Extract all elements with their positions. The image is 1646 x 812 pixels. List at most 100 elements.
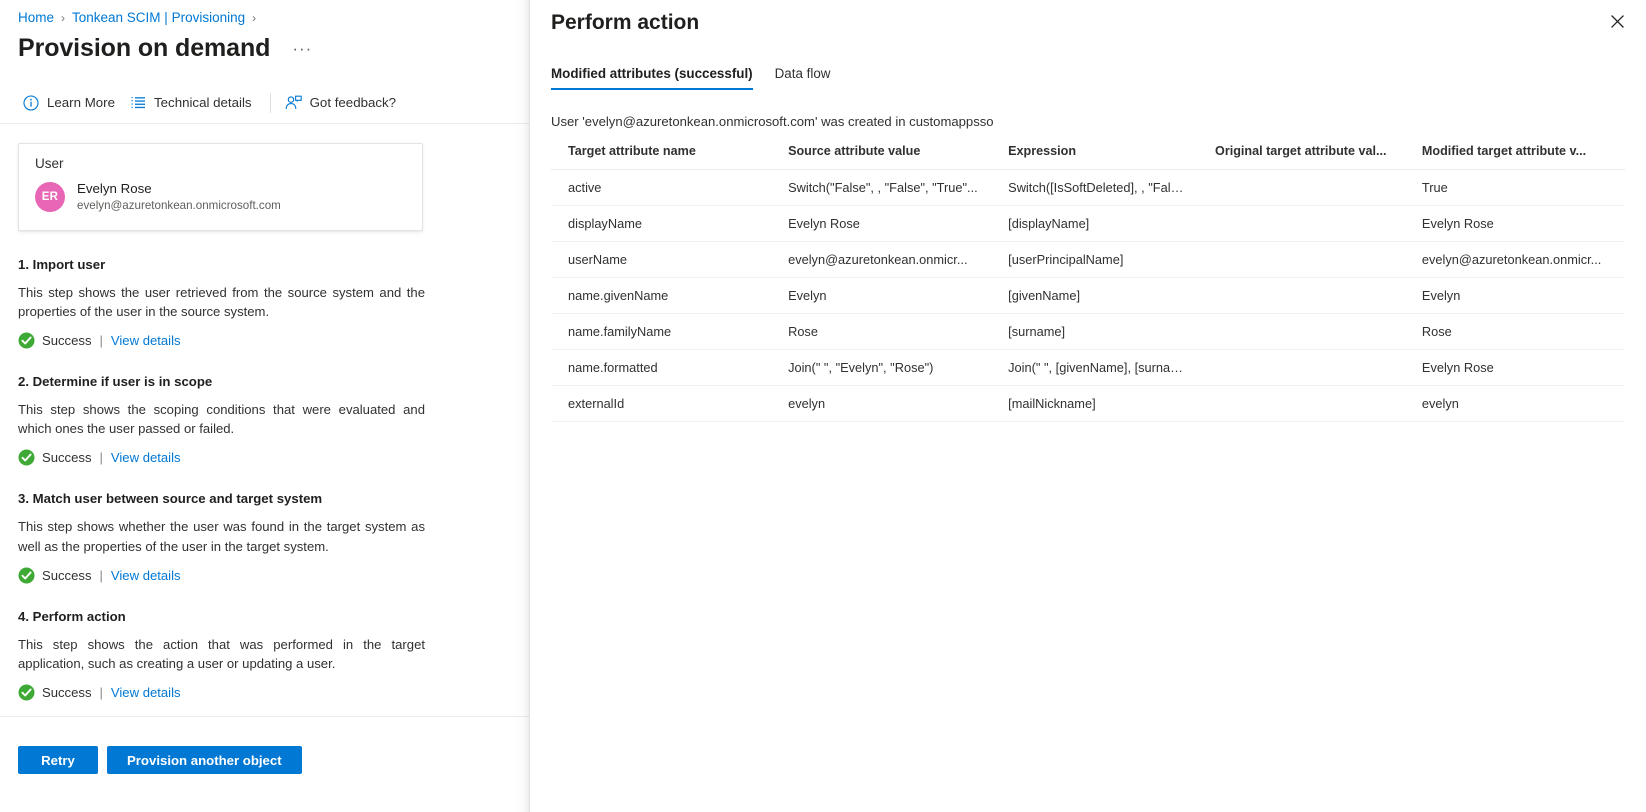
step-status-text: Success (42, 333, 92, 349)
modified-attributes-table: Target attribute name Source attribute v… (551, 144, 1625, 422)
modified-attributes-table-wrapper: Target attribute name Source attribute v… (530, 129, 1646, 422)
more-options-button[interactable]: ··· (286, 40, 318, 58)
cell-source-attribute-value: evelyn@azuretonkean.onmicr... (771, 241, 992, 278)
provision-on-demand-pane: Home › Tonkean SCIM | Provisioning › Pro… (0, 0, 529, 812)
cell-source-attribute-value: evelyn (771, 385, 992, 422)
command-bar-divider (269, 92, 271, 113)
learn-more-label: Learn More (47, 95, 115, 110)
cell-target-attribute-name: externalId (551, 385, 772, 422)
breadcrumb-separator-icon-2: › (252, 10, 257, 25)
cell-original-target-attribute-value (1198, 385, 1405, 422)
table-row[interactable]: name.formatted Join(" ", "Evelyn", "Rose… (551, 349, 1625, 386)
table-row[interactable]: name.familyName Rose [surname] Rose (551, 313, 1625, 350)
step-title: 3. Match user between source and target … (18, 491, 323, 507)
cell-modified-target-attribute-value: Evelyn (1404, 277, 1625, 314)
cell-original-target-attribute-value (1198, 169, 1405, 206)
cell-modified-target-attribute-value: Evelyn Rose (1404, 349, 1625, 386)
provisioning-steps-list: 1. Import user This step shows the user … (0, 257, 529, 701)
cell-source-attribute-value: Evelyn (771, 277, 992, 314)
step-match-user: 3. Match user between source and target … (18, 491, 529, 584)
status-separator: | (99, 684, 103, 700)
got-feedback-button[interactable]: Got feedback? (281, 90, 407, 115)
cell-target-attribute-name: displayName (551, 205, 772, 242)
person-feedback-icon (285, 94, 302, 111)
cell-target-attribute-name: active (551, 169, 772, 206)
user-identity: Evelyn Rose evelyn@azuretonkean.onmicros… (77, 180, 281, 214)
tab-modified-attributes[interactable]: Modified attributes (successful) (551, 66, 764, 90)
tab-data-flow[interactable]: Data flow (764, 66, 842, 90)
blade-header: Perform action (530, 0, 1646, 48)
app-root: Home › Tonkean SCIM | Provisioning › Pro… (0, 0, 1646, 812)
cell-modified-target-attribute-value: True (1404, 169, 1625, 206)
cell-original-target-attribute-value (1198, 241, 1405, 278)
action-footer: Retry Provision another object (0, 716, 529, 812)
view-details-link[interactable]: View details (111, 568, 181, 583)
cell-expression: Join(" ", [givenName], [surnam... (991, 349, 1199, 386)
step-status-text: Success (42, 567, 92, 583)
breadcrumb-item-tonkean-scim-provisioning[interactable]: Tonkean SCIM | Provisioning (72, 10, 245, 25)
table-header: Target attribute name Source attribute v… (551, 144, 1625, 170)
list-details-icon (129, 94, 146, 111)
step-status: Success | View details (18, 684, 529, 701)
cell-modified-target-attribute-value: Evelyn Rose (1404, 205, 1625, 242)
blade-title: Perform action (551, 11, 700, 34)
cell-original-target-attribute-value (1198, 313, 1405, 350)
cell-source-attribute-value: Evelyn Rose (771, 205, 992, 242)
table-row[interactable]: displayName Evelyn Rose [displayName] Ev… (551, 205, 1625, 242)
breadcrumb-separator-icon: › (61, 10, 66, 25)
tab-label: Modified attributes (successful) (551, 66, 753, 81)
step-status-text: Success (42, 450, 92, 466)
cell-expression: [displayName] (991, 205, 1199, 242)
view-details-link[interactable]: View details (111, 450, 181, 465)
success-check-icon (18, 684, 35, 701)
view-details-link[interactable]: View details (111, 685, 181, 700)
footer-button-row: Retry Provision another object (18, 746, 529, 774)
info-circle-icon (22, 94, 39, 111)
technical-details-label: Technical details (154, 95, 252, 110)
cell-target-attribute-name: name.givenName (551, 277, 772, 314)
column-header-target-attribute-name[interactable]: Target attribute name (551, 144, 772, 170)
provision-another-object-button[interactable]: Provision another object (107, 746, 302, 774)
step-status: Success | View details (18, 449, 529, 466)
cell-original-target-attribute-value (1198, 349, 1405, 386)
blade-subtitle: User 'evelyn@azuretonkean.onmicrosoft.co… (551, 114, 994, 129)
breadcrumb-item-home[interactable]: Home (18, 10, 54, 25)
table-row[interactable]: userName evelyn@azuretonkean.onmicr... [… (551, 241, 1625, 278)
status-separator: | (99, 567, 103, 583)
column-header-original-target-attribute-value[interactable]: Original target attribute val... (1198, 144, 1405, 170)
column-header-expression[interactable]: Expression (991, 144, 1199, 170)
blade-tabs: Modified attributes (successful) Data fl… (530, 56, 1646, 90)
table-row[interactable]: active Switch("False", , "False", "True"… (551, 169, 1625, 206)
success-check-icon (18, 449, 35, 466)
table-row[interactable]: externalId evelyn [mailNickname] evelyn (551, 385, 1625, 422)
technical-details-button[interactable]: Technical details (125, 90, 262, 115)
cell-expression: [mailNickname] (991, 385, 1199, 422)
column-header-modified-target-attribute-value[interactable]: Modified target attribute v... (1404, 144, 1625, 170)
tab-label: Data flow (774, 66, 831, 81)
close-icon[interactable] (1602, 6, 1632, 36)
got-feedback-label: Got feedback? (309, 95, 397, 110)
step-status: Success | View details (18, 567, 529, 584)
step-description: This step shows the action that was perf… (18, 636, 425, 671)
breadcrumb: Home › Tonkean SCIM | Provisioning › (0, 0, 529, 28)
perform-action-blade: Perform action Modified attributes (succ… (529, 0, 1646, 812)
step-description: This step shows the scoping conditions t… (18, 402, 425, 437)
step-import-user: 1. Import user This step shows the user … (18, 257, 529, 349)
user-card-label: User (35, 156, 64, 171)
view-details-link[interactable]: View details (111, 333, 181, 348)
learn-more-button[interactable]: Learn More (18, 90, 125, 115)
step-status-text: Success (42, 684, 92, 700)
cell-modified-target-attribute-value: evelyn@azuretonkean.onmicr... (1404, 241, 1625, 278)
table-row[interactable]: name.givenName Evelyn [givenName] Evelyn (551, 277, 1625, 314)
status-separator: | (99, 333, 103, 349)
column-header-source-attribute-value[interactable]: Source attribute value (771, 144, 992, 170)
cell-original-target-attribute-value (1198, 205, 1405, 242)
cell-source-attribute-value: Rose (771, 313, 992, 350)
table-body: active Switch("False", , "False", "True"… (551, 169, 1625, 422)
step-description: This step shows whether the user was fou… (18, 519, 425, 554)
success-check-icon (18, 332, 35, 349)
user-name: Evelyn Rose (77, 181, 152, 196)
retry-button[interactable]: Retry (18, 746, 98, 774)
step-determine-scope: 2. Determine if user is in scope This st… (18, 374, 529, 466)
command-bar: Learn More Technical details Got feedbac… (0, 82, 529, 124)
